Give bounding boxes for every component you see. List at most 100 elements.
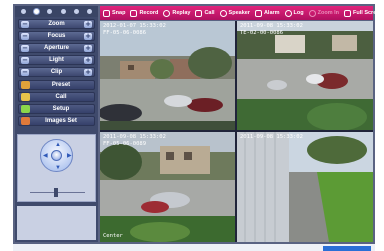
snap-label: Snap	[112, 10, 126, 16]
record-label: Record	[139, 10, 159, 16]
focus-plus-button[interactable]: +	[84, 32, 92, 40]
alarm-button[interactable]: Alarm	[254, 6, 280, 20]
camera-1-timestamp: 2012-01-07 15:33:02	[103, 23, 166, 29]
call-label: Call	[55, 94, 67, 100]
status-strip	[13, 244, 375, 251]
camera-view-4[interactable]: 2011-09-08 15:33:02	[237, 132, 373, 242]
zoom-control: − Zoom +	[18, 19, 95, 29]
zoom-label: Zoom	[48, 21, 65, 27]
preset-icon	[21, 81, 30, 89]
ptz-speed-slider-handle[interactable]	[54, 188, 58, 197]
clip-minus-button[interactable]: −	[21, 68, 29, 76]
log-label: Log	[293, 10, 304, 16]
camera-view-1[interactable]: 2012-01-07 15:33:02 FF-05-06-0086	[100, 21, 235, 130]
camera-2-osd: 2011-09-08 15:33:02 TE-02-00-0086	[240, 23, 303, 37]
aperture-minus-button[interactable]: −	[21, 44, 29, 52]
log-icon	[284, 9, 292, 17]
pan-left-icon[interactable]: ◀	[43, 153, 48, 159]
replay-label: Replay	[172, 10, 191, 16]
light-on-button[interactable]: +	[84, 56, 92, 64]
dvr-client-window: − Zoom + − Focus + − Aperture + − Light …	[13, 4, 383, 244]
focus-label: Focus	[47, 33, 66, 39]
camera-4-timestamp: 2011-09-08 15:33:02	[240, 134, 303, 140]
ptz-panel: ▲ ▼ ◀ ▶	[17, 134, 96, 202]
ptz-center-button[interactable]	[51, 150, 62, 161]
control-panel-footer	[17, 206, 96, 240]
speaker-button[interactable]: Speaker	[219, 6, 250, 20]
pan-right-icon[interactable]: ▶	[67, 153, 72, 159]
zoom-in-button[interactable]: +	[84, 20, 92, 28]
alarm-icon	[254, 9, 262, 17]
zoom-in-icon	[308, 9, 316, 17]
camera-2-timestamp: 2011-09-08 15:33:02	[240, 23, 303, 29]
ptz-speed-slider[interactable]	[30, 188, 85, 197]
clip-control: − Clip +	[18, 67, 95, 77]
setup-button[interactable]: Setup	[18, 104, 95, 114]
aperture-plus-button[interactable]: +	[84, 44, 92, 52]
call-icon	[195, 9, 203, 17]
status-accent	[323, 246, 371, 251]
camera-3-osd: 2011-09-08 15:33:02 FF-05-06-0089	[103, 134, 166, 148]
view-mode-1-icon[interactable]	[21, 9, 27, 14]
toolbar: Snap Record Replay Call Speaker Alarm Lo…	[100, 6, 383, 20]
full-screen-label: Full Screen	[353, 10, 383, 16]
full-screen-button[interactable]: Full Screen	[344, 6, 383, 20]
view-mode-selector	[15, 6, 98, 17]
camera-2-info: TE-02-00-0086	[240, 30, 284, 36]
replay-icon	[163, 9, 171, 17]
view-mode-36-icon[interactable]	[86, 9, 92, 14]
images-set-button[interactable]: Images Set	[18, 116, 95, 126]
camera-1-osd: 2012-01-07 15:33:02 FF-05-06-0086	[103, 23, 166, 37]
pan-down-icon[interactable]: ▼	[55, 165, 61, 171]
light-label: Light	[49, 57, 64, 63]
setup-label: Setup	[52, 106, 70, 112]
clip-label: Clip	[50, 69, 63, 75]
snap-icon	[103, 9, 110, 17]
view-mode-9-icon[interactable]	[47, 9, 53, 14]
setup-icon	[21, 105, 30, 113]
view-mode-25-icon[interactable]	[73, 9, 79, 14]
view-mode-4-icon[interactable]	[34, 9, 40, 14]
alarm-label: Alarm	[263, 10, 280, 16]
preset-label: Preset	[51, 82, 71, 88]
camera-4-osd: 2011-09-08 15:33:02	[240, 134, 303, 141]
camera-4-feed	[237, 132, 373, 242]
call-toolbar-label: Call	[204, 10, 215, 16]
camera-view-2[interactable]: 2011-09-08 15:33:02 TE-02-00-0086	[237, 21, 373, 130]
camera-2-feed	[237, 21, 373, 130]
camera-1-feed	[100, 21, 235, 130]
record-icon	[130, 9, 138, 17]
images-set-icon	[21, 117, 30, 125]
video-grid: 2012-01-07 15:33:02 FF-05-06-0086 2011-0…	[100, 21, 373, 242]
zoom-out-button[interactable]: −	[21, 20, 29, 28]
light-control: − Light +	[18, 55, 95, 65]
clip-plus-button[interactable]: +	[84, 68, 92, 76]
images-set-label: Images Set	[45, 118, 77, 124]
pan-up-icon[interactable]: ▲	[55, 142, 61, 148]
focus-control: − Focus +	[18, 31, 95, 41]
ptz-direction-pad[interactable]: ▲ ▼ ◀ ▶	[40, 139, 73, 172]
call-button[interactable]: Call	[195, 6, 215, 20]
call-preset-button[interactable]: Call	[18, 92, 95, 102]
aperture-control: − Aperture +	[18, 43, 95, 53]
camera-view-3[interactable]: 2011-09-08 15:33:02 FF-05-06-0089 Center	[100, 132, 235, 242]
full-screen-icon	[344, 9, 352, 17]
speaker-label: Speaker	[228, 10, 250, 16]
aperture-label: Aperture	[43, 45, 69, 51]
speaker-icon	[219, 9, 227, 17]
zoom-in-label: Zoom In	[317, 10, 340, 16]
camera-3-info: FF-05-06-0089	[103, 141, 147, 147]
camera-3-timestamp: 2011-09-08 15:33:02	[103, 134, 166, 140]
light-off-button[interactable]: −	[21, 56, 29, 64]
log-button[interactable]: Log	[284, 6, 304, 20]
focus-minus-button[interactable]: −	[21, 32, 29, 40]
zoom-in-toolbar-button[interactable]: Zoom In	[308, 6, 340, 20]
view-mode-16-icon[interactable]	[60, 9, 66, 14]
camera-3-feed	[100, 132, 235, 242]
control-panel: − Zoom + − Focus + − Aperture + − Light …	[15, 6, 98, 242]
snap-button[interactable]: Snap	[103, 6, 125, 20]
record-button[interactable]: Record	[130, 6, 158, 20]
preset-button[interactable]: Preset	[18, 80, 95, 90]
replay-button[interactable]: Replay	[163, 6, 190, 20]
camera-3-label: Center	[103, 233, 123, 239]
